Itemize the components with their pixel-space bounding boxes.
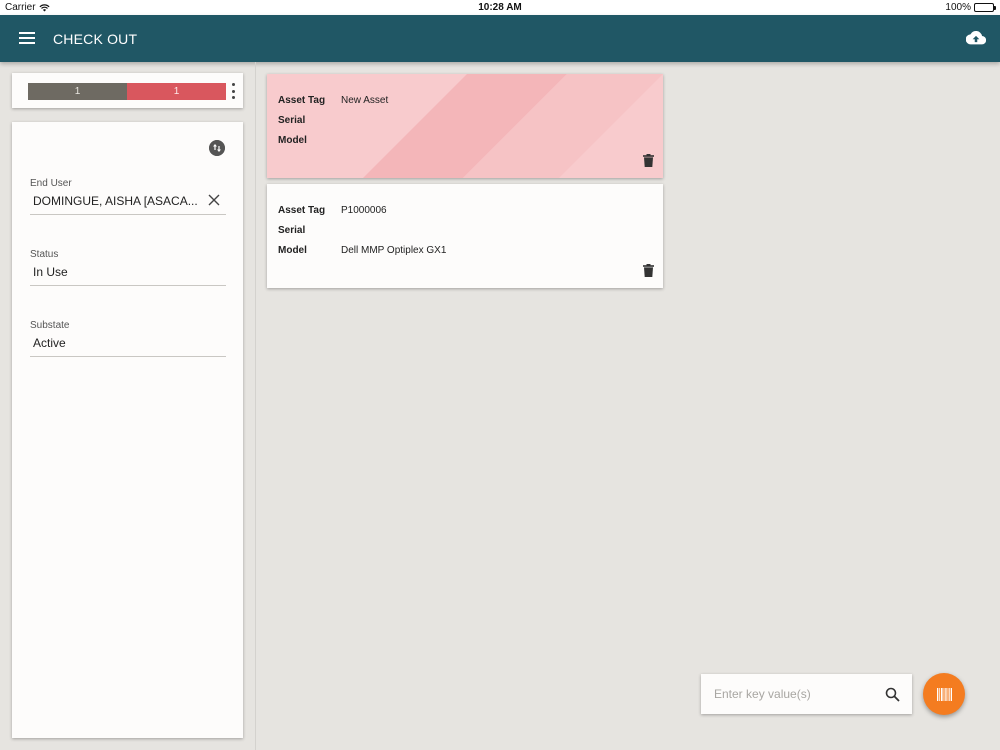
- asset-row-model: Model Dell MMP Optiplex GX1: [278, 240, 446, 260]
- status-label: Status: [30, 249, 59, 260]
- serial-label: Serial: [278, 114, 306, 126]
- status-field: Status In Use: [30, 249, 226, 286]
- asset-row-model: Model: [278, 130, 388, 150]
- search-icon[interactable]: [885, 687, 900, 702]
- asset-tag-label: Asset Tag: [278, 204, 326, 216]
- substate-value: Active: [33, 336, 66, 350]
- status-bar: Carrier 10:28 AM 100%: [0, 0, 1000, 15]
- barcode-scan-icon: [936, 687, 952, 701]
- asset-details: Asset Tag P1000006 Serial Model Dell MMP…: [278, 200, 446, 260]
- status-select[interactable]: In Use: [30, 265, 226, 286]
- cloud-upload-icon[interactable]: [966, 29, 986, 47]
- asset-tag-value: New Asset: [341, 94, 389, 106]
- model-label: Model: [278, 134, 307, 146]
- status-value: In Use: [33, 265, 68, 279]
- asset-tag-value: P1000006: [341, 204, 387, 216]
- asset-card-existing[interactable]: Asset Tag P1000006 Serial Model Dell MMP…: [267, 184, 663, 288]
- serial-label: Serial: [278, 224, 306, 236]
- clock: 10:28 AM: [478, 2, 522, 13]
- asset-row-tag: Asset Tag New Asset: [278, 90, 388, 110]
- search-box: [701, 674, 912, 714]
- model-value: Dell MMP Optiplex GX1: [341, 244, 447, 256]
- asset-tag-label: Asset Tag: [278, 94, 326, 106]
- substate-label: Substate: [30, 320, 70, 331]
- substate-select[interactable]: Active: [30, 336, 226, 357]
- end-user-input[interactable]: DOMINGUE, AISHA [ASACA...: [30, 194, 226, 215]
- menu-icon[interactable]: [19, 32, 35, 44]
- search-input[interactable]: [714, 685, 874, 703]
- clear-icon[interactable]: [208, 194, 220, 206]
- progress-card: 1 1: [12, 73, 243, 108]
- delete-icon[interactable]: [643, 154, 654, 167]
- asset-card-new[interactable]: Asset Tag New Asset Serial Model: [267, 74, 663, 178]
- battery-icon: [974, 3, 996, 12]
- app-bar: CHECK OUT: [0, 15, 1000, 62]
- end-user-value: DOMINGUE, AISHA [ASACA...: [33, 194, 198, 208]
- swap-icon[interactable]: [209, 140, 225, 156]
- end-user-label: End User: [30, 178, 72, 189]
- scan-barcode-button[interactable]: [923, 673, 965, 715]
- asset-details: Asset Tag New Asset Serial Model: [278, 90, 388, 150]
- page-title: CHECK OUT: [53, 31, 138, 47]
- battery-info: 100%: [945, 2, 996, 13]
- end-user-field: End User DOMINGUE, AISHA [ASACA...: [30, 178, 226, 215]
- substate-field: Substate Active: [30, 320, 226, 357]
- more-options-icon[interactable]: [231, 83, 235, 99]
- model-label: Model: [278, 244, 307, 256]
- left-panel: 1 1 End User DOMINGUE, AISHA [ASACA... S…: [0, 62, 256, 750]
- progress-bar: 1 1: [28, 83, 226, 100]
- battery-percent: 100%: [945, 2, 971, 13]
- progress-segment-pending: 1: [127, 83, 226, 100]
- asset-row-tag: Asset Tag P1000006: [278, 200, 446, 220]
- asset-row-serial: Serial: [278, 220, 446, 240]
- checkout-form: End User DOMINGUE, AISHA [ASACA... Statu…: [12, 122, 243, 738]
- progress-segment-checked: 1: [28, 83, 127, 100]
- delete-icon[interactable]: [643, 264, 654, 277]
- asset-row-serial: Serial: [278, 110, 388, 130]
